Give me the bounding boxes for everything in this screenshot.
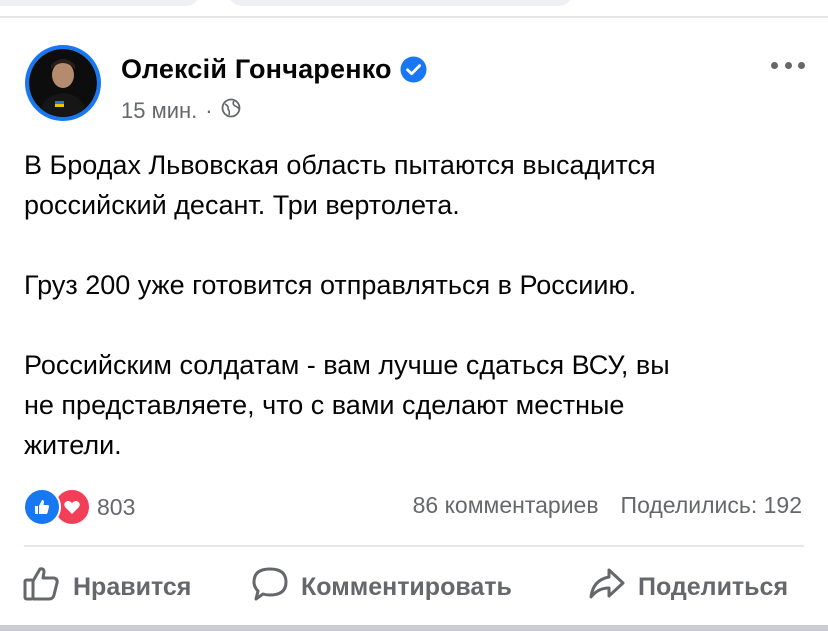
author-name[interactable]: Олексій Гончаренко — [121, 54, 392, 85]
post-paragraph: Российским солдатам - вам лучше сдаться … — [24, 350, 670, 460]
share-button[interactable]: Поделиться — [588, 566, 788, 609]
post-author[interactable]: Олексій Гончаренко — [121, 54, 427, 85]
comment-button[interactable]: Комментировать — [251, 566, 512, 609]
post-timestamp[interactable]: 15 мин. — [121, 98, 197, 124]
thumbs-up-icon — [23, 566, 73, 609]
meta-separator: · — [205, 98, 213, 123]
more-dot — [798, 61, 805, 69]
post-body: В Бродах Львовская область пытаются выса… — [24, 145, 814, 465]
top-divider — [0, 16, 828, 18]
like-label: Нравится — [73, 573, 192, 601]
share-label: Поделиться — [638, 573, 789, 601]
verified-badge-icon — [400, 56, 427, 83]
avatar[interactable] — [25, 45, 101, 121]
more-options-icon[interactable] — [771, 55, 805, 75]
top-nav-pill-right[interactable] — [228, 0, 573, 6]
actions-divider — [24, 545, 804, 547]
speech-bubble-icon — [251, 566, 301, 609]
like-reaction-icon — [23, 488, 61, 526]
post-paragraph: В Бродах Львовская область пытаются выса… — [24, 150, 656, 220]
reaction-count[interactable]: 803 — [97, 494, 135, 521]
like-button[interactable]: Нравится — [23, 566, 191, 609]
comment-label: Комментировать — [301, 573, 512, 601]
share-arrow-icon — [588, 566, 638, 609]
post-stats: 86 комментариев Поделились: 192 — [413, 492, 802, 519]
post-paragraph: Груз 200 уже готовится отправляться в Ро… — [24, 270, 637, 300]
post-meta: 15 мин. · — [121, 98, 241, 124]
bottom-separator — [0, 625, 828, 631]
avatar-photo — [29, 49, 97, 117]
more-dot — [771, 61, 778, 69]
reactions-summary[interactable]: 803 — [23, 488, 135, 526]
shares-count[interactable]: Поделились: 192 — [621, 492, 802, 519]
more-dot — [784, 61, 792, 69]
comments-count[interactable]: 86 комментариев — [413, 492, 599, 519]
top-nav-pill-left[interactable] — [0, 0, 200, 6]
globe-icon[interactable] — [221, 98, 241, 124]
